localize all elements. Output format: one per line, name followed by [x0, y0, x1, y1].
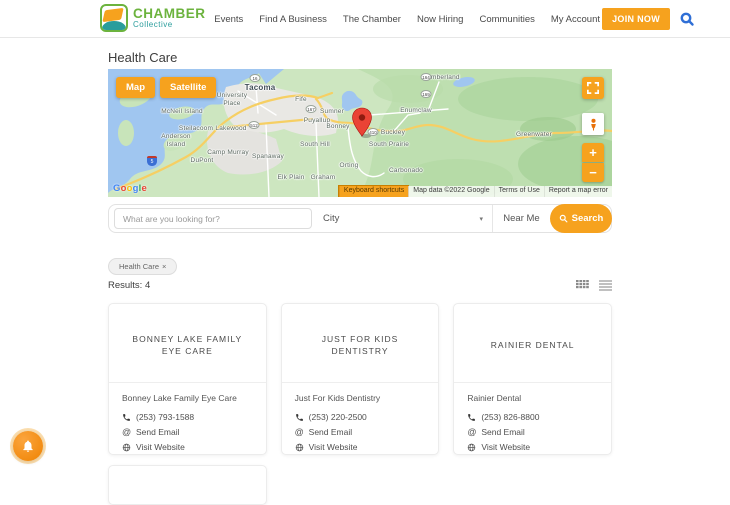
highway-shield-icon: 512	[248, 121, 260, 129]
globe-icon	[122, 443, 131, 451]
phone-icon	[295, 413, 303, 421]
zoom-in-button[interactable]: +	[582, 143, 604, 162]
card-title: Just For Kids Dentistry	[321, 334, 399, 356]
card-phone-link[interactable]: (253) 826-8800	[467, 412, 598, 422]
map-view-button[interactable]: Map	[116, 77, 155, 98]
globe-icon	[295, 443, 303, 451]
header-search-icon[interactable]	[679, 11, 695, 27]
search-input[interactable]	[114, 208, 312, 229]
chamber-logo[interactable]: CHAMBER Collective	[100, 4, 206, 32]
card-phone-link[interactable]: (253) 220-2500	[295, 412, 426, 422]
results-count: Results: 4	[108, 280, 151, 291]
map-type-toggle: Map Satellite	[116, 77, 217, 98]
near-me-button[interactable]: Near Me	[492, 205, 550, 232]
notifications-bell-button[interactable]	[13, 431, 43, 461]
phone-icon	[468, 413, 476, 421]
street-view-pegman[interactable]	[582, 113, 604, 135]
satellite-view-button[interactable]: Satellite	[160, 77, 217, 98]
at-icon: @	[467, 427, 477, 437]
results-grid: Bonney Lake Family Eye Care Bonney Lake F…	[108, 303, 612, 455]
at-icon: @	[122, 427, 132, 437]
business-card: Just For Kids Dentistry Just For Kids Den…	[280, 303, 440, 455]
logo-title: CHAMBER	[133, 6, 206, 21]
keyboard-shortcuts-link[interactable]: Keyboard shortcuts	[337, 185, 410, 197]
grid-view-icon[interactable]	[576, 280, 589, 291]
at-icon: @	[294, 427, 304, 437]
highway-shield-icon: 164	[420, 73, 432, 81]
highway-shield-icon: 410	[367, 128, 379, 136]
card-phone-link[interactable]: (253) 793-1588	[122, 412, 253, 422]
nav-now-hiring[interactable]: Now Hiring	[417, 14, 463, 25]
city-select[interactable]: City ▾	[312, 205, 492, 232]
filter-chip-health-care[interactable]: Health Care ×	[108, 258, 178, 275]
interstate-shield-icon: 5	[147, 156, 157, 166]
highway-shield-icon: 16	[249, 74, 261, 82]
logo-subtitle: Collective	[133, 20, 173, 29]
map-attribution: Keyboard shortcuts Map data ©2022 Google T…	[337, 185, 612, 197]
nav-my-account[interactable]: My Account	[551, 14, 600, 25]
card-title: Rainier Dental	[490, 340, 575, 351]
google-map[interactable]: Tacoma University Place Fife McNeil Island S…	[108, 69, 612, 197]
business-card: Bonney Lake Family Eye Care Bonney Lake F…	[108, 303, 267, 455]
business-card: Rainier Dental Rainier Dental (253) 826-88…	[453, 303, 612, 455]
page-title: Health Care	[108, 50, 178, 65]
card-title: Bonney Lake Family Eye Care	[132, 334, 243, 356]
card-visit-website-link[interactable]: Visit Website	[122, 442, 253, 452]
google-logo[interactable]: Google	[113, 183, 147, 194]
map-zoom-controls: + −	[582, 143, 604, 182]
business-card-partial	[108, 465, 267, 505]
map-data-text: Map data ©2022 Google	[408, 186, 494, 197]
nav-communities[interactable]: Communities	[479, 14, 534, 25]
bell-icon	[23, 440, 33, 452]
globe-icon	[468, 443, 476, 451]
search-icon	[559, 214, 568, 223]
card-visit-website-link[interactable]: Visit Website	[295, 442, 426, 452]
chevron-down-icon: ▾	[479, 215, 483, 223]
nav-the-chamber[interactable]: The Chamber	[343, 14, 401, 25]
card-send-email-link[interactable]: @ Send Email	[122, 427, 253, 437]
card-send-email-link[interactable]: @ Send Email	[467, 427, 598, 437]
join-now-button[interactable]: JOIN NOW	[602, 8, 670, 30]
highway-shield-icon: 167	[305, 105, 317, 113]
top-navbar: CHAMBER Collective Events Find A Business…	[0, 0, 730, 38]
nav-events[interactable]: Events	[214, 14, 243, 25]
nav-find-a-business[interactable]: Find A Business	[259, 14, 327, 25]
chip-close-icon[interactable]: ×	[162, 262, 166, 271]
card-business-name: Rainier Dental	[467, 393, 522, 403]
zoom-out-button[interactable]: −	[582, 163, 604, 182]
search-button[interactable]: Search	[550, 204, 612, 233]
terms-of-use-link[interactable]: Terms of Use	[493, 186, 544, 197]
map-fullscreen-button[interactable]	[582, 77, 604, 99]
card-business-name: Just For Kids Dentistry	[294, 393, 381, 403]
card-business-name: Bonney Lake Family Eye Care	[122, 393, 237, 403]
nav-items: Events Find A Business The Chamber Now Hiri…	[214, 0, 600, 38]
main-content: Health Care Tacoma University Place Fife…	[108, 38, 612, 505]
card-send-email-link[interactable]: @ Send Email	[295, 427, 426, 437]
report-map-error-link[interactable]: Report a map error	[543, 186, 612, 197]
card-visit-website-link[interactable]: Visit Website	[467, 442, 598, 452]
city-select-value: City	[323, 213, 340, 224]
highway-shield-icon: 169	[420, 90, 432, 98]
directory-search-bar: City ▾ Near Me Search	[108, 204, 612, 233]
chamber-logo-icon	[100, 4, 128, 32]
list-view-icon[interactable]	[599, 280, 612, 291]
phone-icon	[123, 413, 130, 421]
